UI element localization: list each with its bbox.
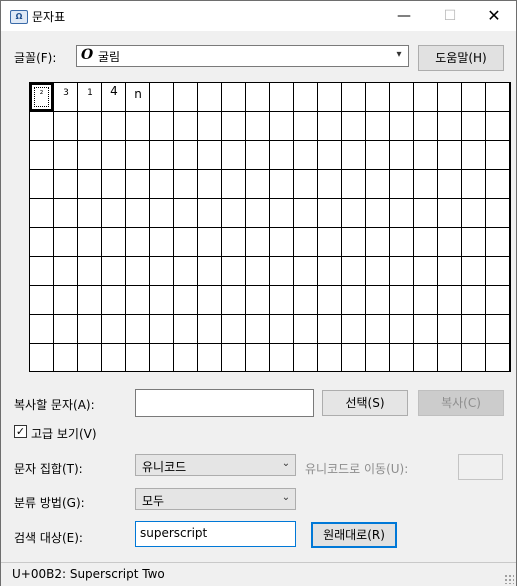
charset-label: 문자 집합(T):: [14, 462, 83, 476]
chevron-down-icon[interactable]: ⌄: [280, 458, 292, 470]
copy-chars-label: 복사할 문자(A):: [14, 398, 95, 412]
copy-chars-input[interactable]: [135, 389, 314, 417]
reset-button[interactable]: 원래대로(R): [311, 522, 397, 548]
char-cell[interactable]: 3: [54, 83, 78, 112]
font-label: 글꼴(F):: [14, 51, 57, 65]
search-input[interactable]: superscript: [135, 521, 296, 547]
resize-grip-icon[interactable]: [504, 574, 514, 584]
group-by-select-value: 모두: [142, 494, 165, 508]
chevron-down-icon[interactable]: ⌄: [280, 492, 292, 504]
charset-select[interactable]: 유니코드 ⌄: [135, 454, 296, 476]
charset-select-value: 유니코드: [142, 460, 187, 474]
window-title: 문자표: [32, 10, 66, 24]
charmap-app-icon: Ω: [10, 10, 28, 24]
grid-lines: [30, 83, 510, 371]
char-cell[interactable]: 1: [78, 83, 102, 112]
chevron-down-icon[interactable]: ▾: [393, 49, 405, 61]
character-grid[interactable]: ² 3 1 4 n: [29, 82, 511, 372]
copy-button: 복사(C): [418, 390, 504, 416]
group-by-label: 분류 방법(G):: [14, 496, 85, 510]
help-button[interactable]: 도움말(H): [418, 45, 504, 71]
advanced-view-label[interactable]: 고급 보기(V): [31, 425, 97, 442]
char-cell[interactable]: n: [126, 83, 150, 112]
title-bar[interactable]: Ω 문자표 — ☐ ✕: [1, 1, 516, 31]
font-combobox-value: 굴림: [98, 50, 121, 64]
advanced-view-checkbox[interactable]: ✓: [14, 425, 27, 438]
charmap-window: Ω 문자표 — ☐ ✕ 글꼴(F): O 굴림 ▾ 도움말(H) ² 3 1 4…: [0, 0, 517, 586]
char-cell-selected[interactable]: ²: [30, 83, 53, 111]
search-label: 검색 대상(E):: [14, 531, 83, 545]
minimize-icon[interactable]: —: [381, 1, 427, 31]
goto-unicode-label: 유니코드로 이동(U):: [305, 462, 409, 476]
group-by-select[interactable]: 모두 ⌄: [135, 488, 296, 510]
goto-unicode-input: [458, 454, 503, 480]
opentype-font-icon: O: [81, 47, 94, 63]
close-icon[interactable]: ✕: [471, 1, 517, 31]
select-button[interactable]: 선택(S): [322, 390, 408, 416]
maximize-icon: ☐: [443, 8, 457, 24]
status-text: U+00B2: Superscript Two: [12, 567, 165, 581]
status-bar: U+00B2: Superscript Two: [1, 562, 516, 586]
font-combobox[interactable]: O 굴림 ▾: [76, 45, 409, 67]
char-cell[interactable]: 4: [102, 83, 126, 112]
